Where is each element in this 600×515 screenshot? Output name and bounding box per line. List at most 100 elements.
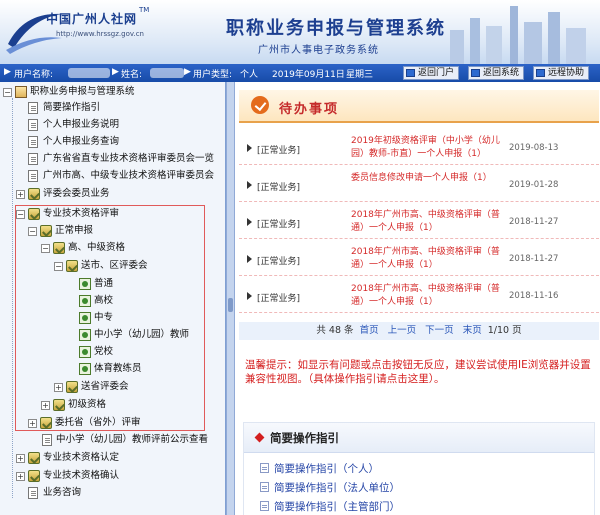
todo-date: 2019-01-28 <box>509 180 559 190</box>
guide-panel: 简要操作指引 简要操作指引（个人） 简要操作指引（法人单位） 简要操作指引（主管… <box>243 422 595 515</box>
main-content: 待办事项 [正常业务] 2019年初级资格评审（中小学（幼儿园）教师-市直）一个… <box>235 82 600 515</box>
user-icon: ▶ <box>184 67 191 77</box>
document-icon <box>28 102 38 114</box>
pager-prev-link[interactable]: 上一页 <box>388 325 417 336</box>
document-icon <box>260 482 269 492</box>
back-portal-button[interactable]: 返回门户 <box>403 66 460 80</box>
folder-check-icon <box>53 399 65 411</box>
splitter-grip-icon[interactable] <box>228 298 233 312</box>
leaf-item-icon <box>79 278 91 290</box>
guide-title: 简要操作指引 <box>270 431 339 445</box>
guide-link-label: 简要操作指引（主管部门） <box>274 501 400 513</box>
todo-link[interactable]: 2018年广州市高、中级资格评审（普通）一个人申报（1） <box>351 283 501 309</box>
pagination: 共 48 条 首页 上一页 下一页 末页 1/10 页 <box>239 322 599 340</box>
document-icon <box>28 170 38 182</box>
leaf-item-icon <box>79 312 91 324</box>
todo-link[interactable]: 2018年广州市高、中级资格评审（普通）一个人申报（1） <box>351 246 501 272</box>
back-portal-label: 返回门户 <box>418 68 455 78</box>
header-banner: 中国广州人社网 TM http://www.hrssgz.gov.cn 职称业务… <box>0 0 600 64</box>
todo-category: [正常业务] <box>257 294 301 304</box>
expand-toggle-icon[interactable]: + <box>28 419 37 428</box>
expand-toggle-icon[interactable]: + <box>41 401 50 410</box>
current-date: 2019年09月11日 <box>272 70 345 80</box>
expand-toggle-icon[interactable]: + <box>16 190 25 199</box>
name-label: 姓名: <box>121 70 143 80</box>
pager-next-link[interactable]: 下一页 <box>425 325 454 336</box>
tree-node-label: 普通 <box>94 278 114 289</box>
guide-header: 简要操作指引 <box>244 423 594 453</box>
logo-url: http://www.hrssgz.gov.cn <box>56 30 144 38</box>
todo-header: 待办事项 <box>239 90 599 123</box>
tree-node-label: 简要操作指引 <box>43 102 101 113</box>
todo-row[interactable]: [正常业务] 2018年广州市高、中级资格评审（普通）一个人申报（1） 2018… <box>239 243 599 276</box>
username-value-redacted <box>68 68 110 78</box>
todo-row[interactable]: [正常业务] 2018年广州市高、中级资格评审（普通）一个人申报（1） 2018… <box>239 280 599 313</box>
todo-category: [正常业务] <box>257 146 301 156</box>
tree-node-label: 党校 <box>94 346 114 357</box>
leaf-item-icon <box>79 295 91 307</box>
tree-node-label: 正常申报 <box>55 225 94 236</box>
remote-help-label: 远程协助 <box>548 68 585 78</box>
bullet-arrow-icon <box>247 218 252 226</box>
folder-check-icon <box>53 242 65 254</box>
collapse-toggle-icon[interactable]: − <box>28 227 37 236</box>
tree-node-label: 委托省（省外）评审 <box>55 417 141 428</box>
tree-node-label: 专业技术资格认定 <box>43 452 120 463</box>
collapse-toggle-icon[interactable]: − <box>41 244 50 253</box>
tree-node-label: 送市、区评委会 <box>81 260 148 271</box>
tree-node-label: 中小学（幼儿园）教师评前公示查看 <box>56 434 209 445</box>
collapse-toggle-icon[interactable]: − <box>3 88 12 97</box>
back-system-button[interactable]: 返回系统 <box>468 66 525 80</box>
current-weekday: 星期三 <box>346 70 374 80</box>
city-skyline-image <box>450 6 586 64</box>
collapse-toggle-icon[interactable]: − <box>54 262 63 271</box>
user-icon: ▶ <box>4 67 11 77</box>
leaf-item-icon <box>79 363 91 375</box>
todo-link[interactable]: 2019年初级资格评审（中小学（幼儿园）教师-市直）一个人申报（1） <box>351 135 501 161</box>
todo-date: 2018-11-16 <box>509 291 559 301</box>
folder-check-icon <box>28 208 40 220</box>
expand-toggle-icon[interactable]: + <box>16 454 25 463</box>
pager-page-indicator: 1/10 页 <box>487 325 522 336</box>
tree-node-label: 中小学（幼儿园）教师 <box>94 329 190 340</box>
home-icon <box>406 69 415 77</box>
todo-date: 2018-11-27 <box>509 217 559 227</box>
bullet-arrow-icon <box>247 292 252 300</box>
expand-toggle-icon[interactable]: + <box>54 383 63 392</box>
usertype-label: 用户类型: <box>193 70 233 80</box>
tree-node-label: 体育教练员 <box>94 363 142 374</box>
pager-first-link[interactable]: 首页 <box>360 325 379 336</box>
pager-last-link[interactable]: 末页 <box>463 325 482 336</box>
remote-help-button[interactable]: 远程协助 <box>533 66 590 80</box>
todo-category: [正常业务] <box>257 220 301 230</box>
expand-toggle-icon[interactable]: + <box>16 472 25 481</box>
tree-node-label: 业务咨询 <box>43 487 82 498</box>
todo-link[interactable]: 委员信息修改申请一个人申报（1） <box>351 172 501 185</box>
logo-text: 中国广州人社网 <box>46 12 138 26</box>
compatibility-warning[interactable]: 温馨提示：如显示有问题或点击按钮无反应，建议尝试使用IE浏览器并设置兼容性视图。… <box>245 358 595 386</box>
tree-node-label: 专业技术资格评审 <box>43 208 120 219</box>
logo-trademark: TM <box>139 6 150 14</box>
tree-node-label: 初级资格 <box>68 399 107 410</box>
todo-row[interactable]: [正常业务] 2018年广州市高、中级资格评审（普通）一个人申报（1） 2018… <box>239 206 599 239</box>
tree-node-label: 中专 <box>94 312 114 323</box>
tree-node-label: 高、中级资格 <box>68 242 126 253</box>
pane-splitter[interactable] <box>226 82 235 515</box>
site-logo[interactable]: 中国广州人社网 TM http://www.hrssgz.gov.cn <box>4 4 164 60</box>
todo-row[interactable]: [正常业务] 委员信息修改申请一个人申报（1） 2019-01-28 <box>239 169 599 202</box>
todo-row[interactable]: [正常业务] 2019年初级资格评审（中小学（幼儿园）教师-市直）一个人申报（1… <box>239 132 599 165</box>
user-icon: ▶ <box>112 67 119 77</box>
document-icon <box>260 463 269 473</box>
username-label: 用户名称: <box>14 70 54 80</box>
tree-node-label: 送省评委会 <box>81 381 129 392</box>
pager-total: 共 48 条 <box>316 325 354 336</box>
collapse-toggle-icon[interactable]: − <box>16 210 25 219</box>
folder-check-icon <box>28 452 40 464</box>
document-icon <box>28 153 38 165</box>
document-icon <box>42 434 52 446</box>
document-icon <box>28 119 38 131</box>
folder-check-icon <box>66 260 78 272</box>
guide-link-label: 简要操作指引（个人） <box>274 463 379 475</box>
todo-link[interactable]: 2018年广州市高、中级资格评审（普通）一个人申报（1） <box>351 209 501 235</box>
folder-check-icon <box>66 381 78 393</box>
